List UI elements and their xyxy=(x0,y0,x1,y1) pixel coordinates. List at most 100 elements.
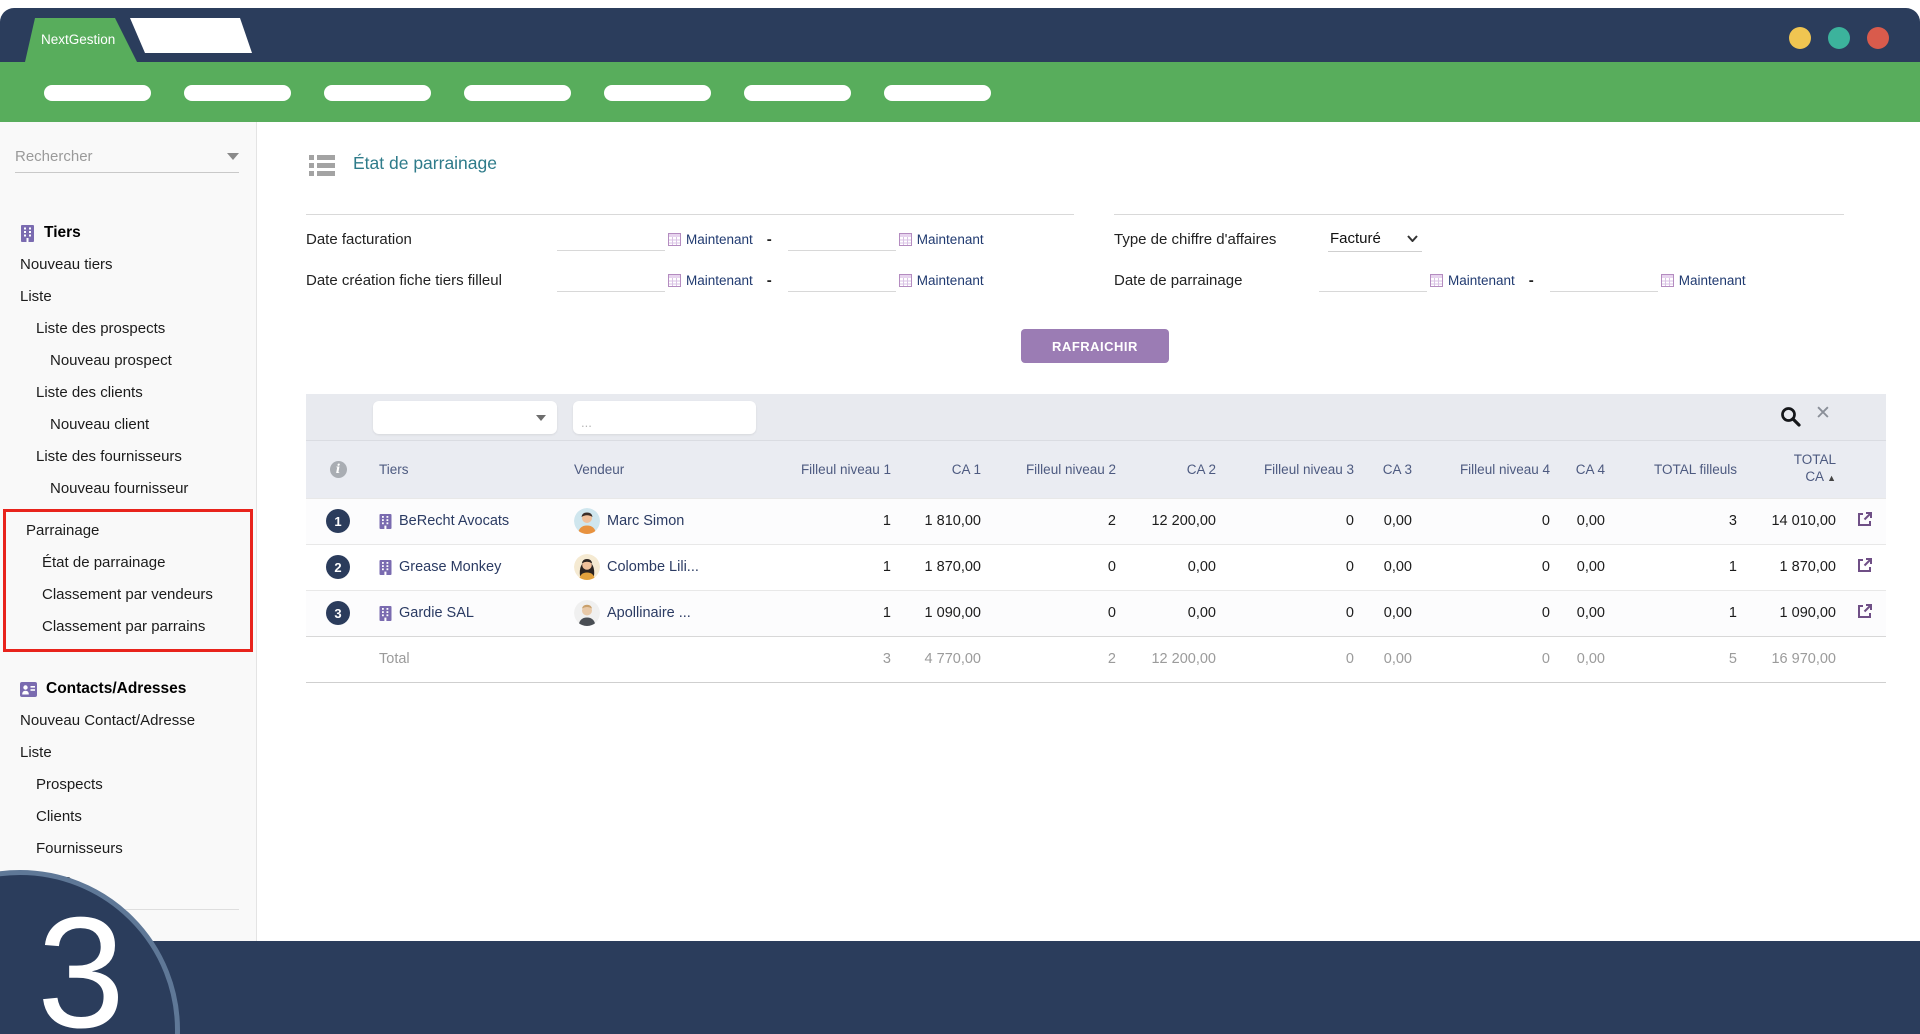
sidebar: Tiers Nouveau tiers Liste Liste des pros… xyxy=(0,122,257,941)
sidebar-item-etat-de-parrainage[interactable]: État de parrainage xyxy=(6,547,250,579)
vendeur-link[interactable]: Marc Simon xyxy=(560,508,757,534)
date-creation-to-input[interactable] xyxy=(788,270,896,292)
sidebar-search[interactable] xyxy=(15,148,239,173)
sidebar-item-fournisseurs[interactable]: Fournisseurs xyxy=(0,833,256,865)
column-header-tiers[interactable]: Tiers xyxy=(370,441,560,498)
chevron-down-icon[interactable] xyxy=(227,153,239,160)
sidebar-item-liste-contacts[interactable]: Liste xyxy=(0,737,256,769)
refresh-button[interactable]: RAFRAICHIR xyxy=(1021,329,1169,363)
table-filter-row: ✕ xyxy=(306,394,1886,441)
table-row: 3 Gardie SAL Apollinaire ... 1 1 090,00 … xyxy=(306,590,1886,636)
menu-pill[interactable] xyxy=(464,85,571,101)
parrainage-table: ✕ i Tiers Vendeur Filleul niveau 1 xyxy=(306,394,1886,683)
sidebar-item-parrainage[interactable]: Parrainage xyxy=(6,515,250,547)
sidebar-section-header-tiers[interactable]: Tiers xyxy=(0,217,256,249)
sidebar-item-prospects[interactable]: Prospects xyxy=(0,769,256,801)
table-total-row: Total 3 4 770,00 2 12 200,00 0 0,00 0 0,… xyxy=(306,636,1886,682)
external-link-icon[interactable] xyxy=(1856,557,1873,574)
building-icon xyxy=(379,606,392,621)
sidebar-item-nouveau-prospect[interactable]: Nouveau prospect xyxy=(0,345,256,377)
range-separator: - xyxy=(1529,272,1534,289)
now-link[interactable]: Maintenant xyxy=(1448,273,1515,288)
date-parrainage-from-input[interactable] xyxy=(1319,270,1427,292)
calendar-icon[interactable] xyxy=(899,274,912,287)
sidebar-item-nouveau-contact-adresse[interactable]: Nouveau Contact/Adresse xyxy=(0,705,256,737)
date-facturation-from-input[interactable] xyxy=(557,229,665,251)
sidebar-item-classement-par-parrains[interactable]: Classement par parrains xyxy=(6,611,250,643)
sidebar-item-clients[interactable]: Clients xyxy=(0,801,256,833)
vendeur-filter-input[interactable] xyxy=(573,401,756,434)
menu-pill[interactable] xyxy=(744,85,851,101)
search-icon[interactable] xyxy=(1779,405,1802,428)
sidebar-item-nouveau-client[interactable]: Nouveau client xyxy=(0,409,256,441)
column-header-filleul-1[interactable]: Filleul niveau 1 xyxy=(763,441,897,498)
type-ca-label: Type de chiffre d'affaires xyxy=(1114,231,1319,248)
sidebar-item-nouveau-fournisseur[interactable]: Nouveau fournisseur xyxy=(0,473,256,505)
menu-pill[interactable] xyxy=(324,85,431,101)
menu-pill[interactable] xyxy=(604,85,711,101)
brand-tab[interactable]: NextGestion xyxy=(25,18,137,62)
sidebar-item-classement-par-vendeurs[interactable]: Classement par vendeurs xyxy=(6,579,250,611)
menu-pill[interactable] xyxy=(44,85,151,101)
column-header-total-filleuls[interactable]: TOTAL filleuls xyxy=(1611,441,1743,498)
search-input[interactable] xyxy=(15,148,227,165)
status-dot-yellow xyxy=(1789,27,1811,49)
sidebar-item-liste-des-clients[interactable]: Liste des clients xyxy=(0,377,256,409)
rank-badge: 2 xyxy=(326,555,350,579)
now-link[interactable]: Maintenant xyxy=(917,273,984,288)
info-icon[interactable]: i xyxy=(330,461,347,478)
menu-pill[interactable] xyxy=(184,85,291,101)
column-header-vendeur[interactable]: Vendeur xyxy=(560,441,763,498)
vendeur-link[interactable]: Colombe Lili... xyxy=(560,554,757,580)
calendar-icon[interactable] xyxy=(1661,274,1674,287)
vendeur-link[interactable]: Apollinaire ... xyxy=(560,600,757,626)
status-dot-red xyxy=(1867,27,1889,49)
sidebar-item-liste-des-prospects[interactable]: Liste des prospects xyxy=(0,313,256,345)
now-link[interactable]: Maintenant xyxy=(1679,273,1746,288)
tiers-link[interactable]: Gardie SAL xyxy=(370,605,554,621)
date-creation-label: Date création fiche tiers filleul xyxy=(306,272,557,289)
calendar-icon[interactable] xyxy=(668,233,681,246)
tiers-link[interactable]: Grease Monkey xyxy=(370,559,554,575)
active-tab-placeholder[interactable] xyxy=(130,18,252,53)
calendar-icon[interactable] xyxy=(668,274,681,287)
sidebar-section-header-contacts[interactable]: Contacts/Adresses xyxy=(0,673,256,705)
tiers-filter-dropdown[interactable] xyxy=(373,401,557,434)
column-header-filleul-4[interactable]: Filleul niveau 4 xyxy=(1418,441,1556,498)
external-link-icon[interactable] xyxy=(1856,511,1873,528)
top-bar: NextGestion xyxy=(0,8,1920,62)
external-link-icon[interactable] xyxy=(1856,603,1873,620)
column-header-total-ca[interactable]: TOTAL CA▲ xyxy=(1743,441,1842,498)
section-title: Contacts/Adresses xyxy=(46,680,186,698)
tiers-link[interactable]: BeRecht Avocats xyxy=(370,513,554,529)
sidebar-item-liste[interactable]: Liste xyxy=(0,281,256,313)
column-header-ca-2[interactable]: CA 2 xyxy=(1122,441,1222,498)
close-icon[interactable]: ✕ xyxy=(1815,402,1831,425)
now-link[interactable]: Maintenant xyxy=(686,232,753,247)
calendar-icon[interactable] xyxy=(899,233,912,246)
contact-card-icon xyxy=(20,682,37,697)
column-header-ca-4[interactable]: CA 4 xyxy=(1556,441,1611,498)
now-link[interactable]: Maintenant xyxy=(686,273,753,288)
column-header-ca-1[interactable]: CA 1 xyxy=(897,441,987,498)
type-ca-select[interactable]: Facturé xyxy=(1328,228,1422,252)
menu-pill[interactable] xyxy=(884,85,991,101)
column-header-filleul-3[interactable]: Filleul niveau 3 xyxy=(1222,441,1360,498)
list-icon xyxy=(309,154,335,177)
date-parrainage-to-input[interactable] xyxy=(1550,270,1658,292)
now-link[interactable]: Maintenant xyxy=(917,232,984,247)
calendar-icon[interactable] xyxy=(1430,274,1443,287)
building-icon xyxy=(20,225,35,242)
date-creation-from-input[interactable] xyxy=(557,270,665,292)
sidebar-item-nouveau-tiers[interactable]: Nouveau tiers xyxy=(0,249,256,281)
range-separator: - xyxy=(767,272,772,289)
footer-band xyxy=(0,941,1920,1034)
sort-asc-icon: ▲ xyxy=(1827,473,1836,483)
avatar xyxy=(574,508,600,534)
date-facturation-to-input[interactable] xyxy=(788,229,896,251)
sidebar-item-liste-des-fournisseurs[interactable]: Liste des fournisseurs xyxy=(0,441,256,473)
step-number: 3 xyxy=(37,894,125,1034)
column-header-filleul-2[interactable]: Filleul niveau 2 xyxy=(987,441,1122,498)
column-header-ca-3[interactable]: CA 3 xyxy=(1360,441,1418,498)
table-row: 1 BeRecht Avocats Marc Simon 1 1 810,00 … xyxy=(306,498,1886,544)
